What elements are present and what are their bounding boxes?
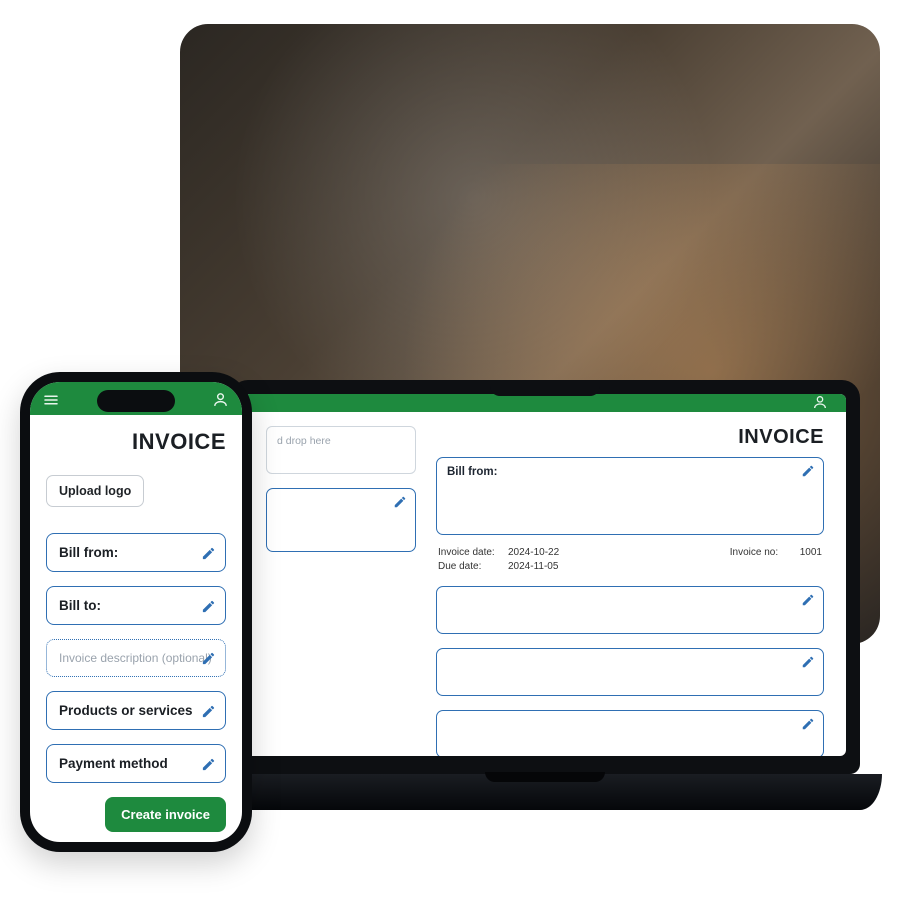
payment-label: Payment method <box>59 756 168 771</box>
laptop-card-4[interactable] <box>436 710 824 756</box>
invoice-no-label: Invoice no: <box>730 547 792 572</box>
description-placeholder: Invoice description (optional) <box>59 651 212 665</box>
pencil-icon[interactable] <box>801 717 815 731</box>
create-invoice-button[interactable]: Create invoice <box>105 797 226 832</box>
invoice-meta: Invoice date: 2024-10-22 Due date: 2024-… <box>436 547 824 572</box>
invoice-date-value: 2024-10-22 <box>508 547 559 558</box>
user-icon[interactable] <box>812 394 830 412</box>
menu-icon[interactable] <box>42 391 60 409</box>
dynamic-island <box>97 390 175 412</box>
due-date-value: 2024-11-05 <box>508 561 558 572</box>
laptop-mockup: d drop here INVOICE Bill from: <box>230 380 860 810</box>
due-date-label: Due date: <box>438 561 500 572</box>
bill-from-label: Bill from: <box>447 466 497 478</box>
laptop-card-2[interactable] <box>436 586 824 634</box>
pencil-icon[interactable] <box>201 651 215 665</box>
payment-method-card[interactable]: Payment method <box>46 744 226 783</box>
laptop-screen: d drop here INVOICE Bill from: <box>244 394 846 756</box>
bill-from-label: Bill from: <box>59 545 118 560</box>
phone-mockup: INVOICE Upload logo Bill from: Bill to: … <box>20 372 252 852</box>
bill-to-card[interactable]: Bill to: <box>46 586 226 625</box>
pencil-icon[interactable] <box>201 757 215 771</box>
pencil-icon[interactable] <box>801 655 815 669</box>
logo-dropzone[interactable]: d drop here <box>266 426 416 474</box>
pencil-icon[interactable] <box>801 593 815 607</box>
pencil-icon[interactable] <box>393 495 407 509</box>
pencil-icon[interactable] <box>201 546 215 560</box>
bill-from-card[interactable]: Bill from: <box>46 533 226 572</box>
invoice-no-value: 1001 <box>800 547 822 572</box>
products-card[interactable]: Products or services <box>46 691 226 730</box>
bill-to-label: Bill to: <box>59 598 101 613</box>
invoice-date-label: Invoice date: <box>438 547 500 558</box>
user-icon[interactable] <box>212 391 230 409</box>
upload-logo-button[interactable]: Upload logo <box>46 475 144 507</box>
phone-screen: INVOICE Upload logo Bill from: Bill to: … <box>30 382 242 842</box>
laptop-card-1[interactable] <box>266 488 416 552</box>
invoice-title: INVOICE <box>46 429 226 455</box>
bill-from-card[interactable]: Bill from: <box>436 457 824 535</box>
pencil-icon[interactable] <box>201 599 215 613</box>
invoice-title: INVOICE <box>436 426 824 449</box>
invoice-description-card[interactable]: Invoice description (optional) <box>46 639 226 677</box>
laptop-card-3[interactable] <box>436 648 824 696</box>
laptop-topbar <box>244 394 846 412</box>
pencil-icon[interactable] <box>801 464 815 478</box>
products-label: Products or services <box>59 703 193 718</box>
dropzone-hint: d drop here <box>277 435 331 447</box>
pencil-icon[interactable] <box>201 704 215 718</box>
